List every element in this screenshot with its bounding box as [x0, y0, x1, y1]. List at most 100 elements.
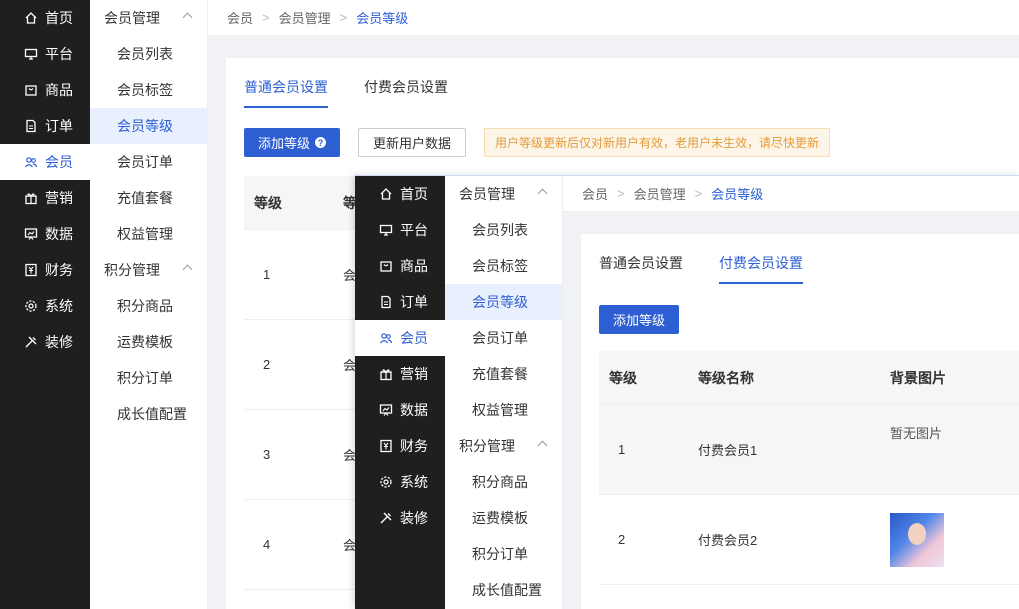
nav-label: 装修	[400, 510, 428, 526]
chart-screen-icon	[379, 403, 393, 417]
secondary-item-member-tags[interactable]: 会员标签	[90, 72, 207, 108]
secondary-group-member-mgmt[interactable]: 会员管理	[445, 176, 562, 212]
chevron-up-icon	[537, 188, 548, 199]
secondary-item-benefits[interactable]: 权益管理	[445, 392, 562, 428]
add-level-button[interactable]: 添加等级?	[244, 128, 341, 157]
nav-label: 订单	[400, 294, 428, 310]
home-icon	[379, 187, 393, 201]
breadcrumb-item[interactable]: 会员管理	[634, 184, 686, 203]
secondary-item-shipping-template[interactable]: 运费模板	[445, 500, 562, 536]
cell-level: 2	[263, 357, 271, 372]
cell-level: 2	[618, 532, 626, 547]
tab-regular-member[interactable]: 普通会员设置	[244, 77, 328, 108]
nav-label: 平台	[400, 222, 428, 238]
tab-paid-member[interactable]: 付费会员设置	[364, 77, 448, 108]
nav-item-finance[interactable]: 财务	[0, 252, 90, 288]
chevron-right-icon: >	[262, 10, 270, 25]
question-icon[interactable]: ?	[315, 137, 327, 148]
nav-item-system[interactable]: 系统	[355, 464, 445, 500]
breadcrumb-item[interactable]: 会员管理	[279, 8, 331, 27]
secondary-item-points-orders[interactable]: 积分订单	[445, 536, 562, 572]
update-user-data-button[interactable]: 更新用户数据	[358, 128, 467, 157]
nav-item-home[interactable]: 首页	[0, 0, 90, 36]
column-header: 等级	[609, 369, 637, 386]
chevron-right-icon: >	[694, 186, 703, 201]
secondary-item-member-list[interactable]: 会员列表	[90, 36, 207, 72]
nav-item-marketing[interactable]: 营销	[355, 356, 445, 392]
nav-label: 营销	[45, 190, 73, 206]
nav-item-platform[interactable]: 平台	[0, 36, 90, 72]
nav-item-platform[interactable]: 平台	[355, 212, 445, 248]
nav-item-members[interactable]: 会员	[0, 144, 90, 180]
secondary-item-shipping-template[interactable]: 运费模板	[90, 324, 207, 360]
users-icon	[24, 155, 38, 169]
nav-label: 数据	[400, 402, 428, 418]
secondary-item-member-orders[interactable]: 会员订单	[445, 320, 562, 356]
nav-item-data[interactable]: 数据	[0, 216, 90, 252]
nav-item-goods[interactable]: 商品	[355, 248, 445, 284]
chevron-up-icon	[537, 440, 548, 451]
secondary-nav: 会员管理 会员列表 会员标签 会员等级 会员订单 充值套餐 权益管理 积分管理 …	[90, 0, 208, 609]
secondary-item-member-orders[interactable]: 会员订单	[90, 144, 207, 180]
button-label: 添加等级	[258, 136, 311, 151]
nav-item-finance[interactable]: 财务	[355, 428, 445, 464]
gift-icon	[379, 367, 393, 381]
secondary-item-points-goods[interactable]: 积分商品	[90, 288, 207, 324]
chevron-up-icon	[182, 12, 193, 23]
column-header: 背景图片	[890, 369, 946, 386]
breadcrumb: 会员 > 会员管理 > 会员等级	[563, 176, 1019, 212]
secondary-item-member-levels[interactable]: 会员等级	[90, 108, 207, 144]
secondary-group-points-mgmt[interactable]: 积分管理	[90, 252, 207, 288]
secondary-item-growth-config[interactable]: 成长值配置	[445, 572, 562, 608]
table-row: 1 付费会员1 暂无图片	[599, 405, 1019, 495]
breadcrumb-current: 会员等级	[711, 187, 764, 202]
cell-name: 付费会员2	[698, 533, 758, 548]
secondary-item-member-list[interactable]: 会员列表	[445, 212, 562, 248]
monitor-icon	[379, 223, 393, 237]
secondary-item-points-goods[interactable]: 积分商品	[445, 464, 562, 500]
cell-level: 4	[263, 537, 271, 552]
secondary-group-points-mgmt[interactable]: 积分管理	[445, 428, 562, 464]
nav-label: 订单	[45, 118, 73, 134]
nav-item-members[interactable]: 会员	[355, 320, 445, 356]
nav-label: 数据	[45, 226, 73, 242]
nav-item-goods[interactable]: 商品	[0, 72, 90, 108]
nav-label: 会员	[400, 330, 428, 346]
tools-icon	[379, 511, 393, 525]
nav-item-marketing[interactable]: 营销	[0, 180, 90, 216]
nav-label: 系统	[45, 298, 73, 314]
group-label: 会员管理	[459, 186, 515, 202]
nav-label: 首页	[400, 186, 428, 202]
primary-nav: 首页 平台 商品 订单 会员 营销 数据 财务 系统 装修	[355, 176, 445, 609]
nav-item-decor[interactable]: 装修	[355, 500, 445, 536]
chevron-right-icon: >	[617, 186, 625, 201]
yuan-icon	[379, 439, 393, 453]
secondary-group-member-mgmt[interactable]: 会员管理	[90, 0, 207, 36]
secondary-item-benefits[interactable]: 权益管理	[90, 216, 207, 252]
nav-label: 财务	[400, 438, 428, 454]
breadcrumb-item[interactable]: 会员	[582, 184, 608, 203]
document-icon	[24, 119, 38, 133]
secondary-item-recharge-plans[interactable]: 充值套餐	[90, 180, 207, 216]
yuan-icon	[24, 263, 38, 277]
nav-label: 装修	[45, 334, 73, 350]
nav-item-decor[interactable]: 装修	[0, 324, 90, 360]
add-level-button[interactable]: 添加等级	[599, 305, 680, 334]
nav-item-orders[interactable]: 订单	[0, 108, 90, 144]
nav-label: 商品	[45, 82, 73, 98]
background-image-thumbnail[interactable]	[890, 513, 944, 567]
chart-screen-icon	[24, 227, 38, 241]
secondary-item-recharge-plans[interactable]: 充值套餐	[445, 356, 562, 392]
secondary-item-member-tags[interactable]: 会员标签	[445, 248, 562, 284]
tab-regular-member[interactable]: 普通会员设置	[599, 253, 683, 284]
nav-item-data[interactable]: 数据	[355, 392, 445, 428]
tab-paid-member[interactable]: 付费会员设置	[719, 253, 803, 284]
nav-item-system[interactable]: 系统	[0, 288, 90, 324]
notice-banner: 用户等级更新后仅对新用户有效，老用户未生效，请尽快更新	[484, 128, 831, 157]
breadcrumb-item[interactable]: 会员	[227, 8, 253, 27]
secondary-item-points-orders[interactable]: 积分订单	[90, 360, 207, 396]
nav-item-home[interactable]: 首页	[355, 176, 445, 212]
secondary-item-member-levels[interactable]: 会员等级	[445, 284, 562, 320]
secondary-item-growth-config[interactable]: 成长值配置	[90, 396, 207, 432]
nav-item-orders[interactable]: 订单	[355, 284, 445, 320]
